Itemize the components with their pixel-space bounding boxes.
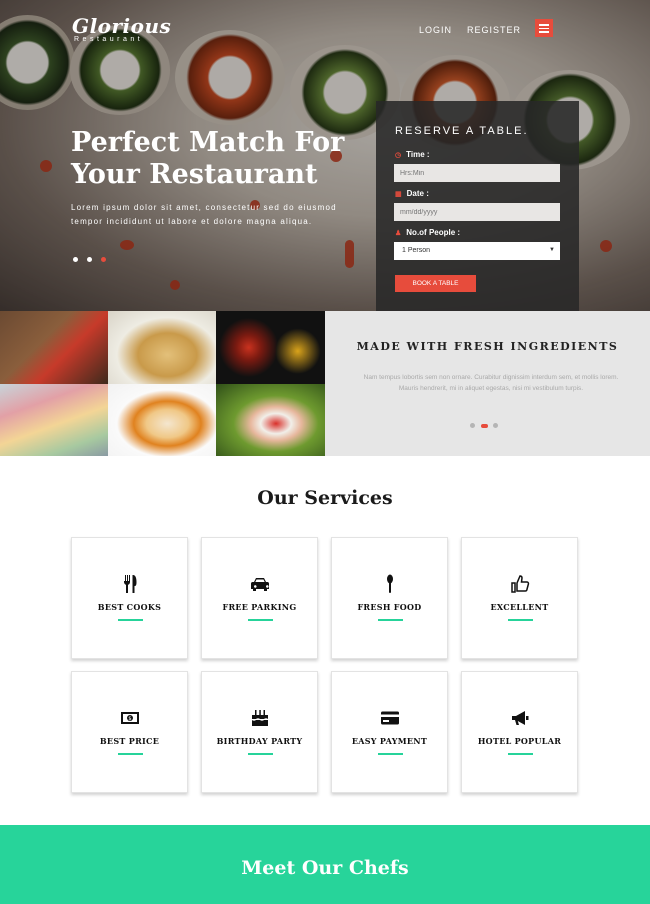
hamburger-icon <box>539 24 549 26</box>
date-label-text: Date : <box>406 189 429 198</box>
service-card[interactable]: FREE PARKING <box>201 537 318 659</box>
slider-dot[interactable] <box>73 257 78 262</box>
hero-text: Lorem ipsum dolor sit amet, consectetur … <box>71 203 337 226</box>
service-label: FRESH FOOD <box>357 602 422 612</box>
book-table-button[interactable]: BOOK A TABLE <box>395 275 476 292</box>
reserve-title: RESERVE A TABLE. <box>395 125 529 137</box>
service-underline <box>508 619 533 621</box>
time-label: ◷ Time : <box>395 150 430 159</box>
money-icon: $ <box>72 708 187 728</box>
thumbs-up-icon <box>462 574 577 594</box>
people-select[interactable]: 1 Person ▼ <box>394 242 560 260</box>
bullhorn-icon <box>462 708 577 728</box>
chefs-section: Meet Our Chefs <box>0 825 650 904</box>
svg-text:$: $ <box>128 716 131 722</box>
service-underline <box>118 619 143 621</box>
brand-name: Glorious <box>72 14 172 38</box>
time-input[interactable] <box>394 164 560 182</box>
service-card[interactable]: $ BEST PRICE <box>71 671 188 793</box>
service-label: FREE PARKING <box>222 602 297 612</box>
dish-image <box>108 384 216 456</box>
service-underline <box>378 753 403 755</box>
slider-dot-active[interactable] <box>481 424 488 428</box>
service-card[interactable]: EASY PAYMENT <box>331 671 448 793</box>
services-title: Our Services <box>257 487 393 509</box>
car-icon <box>202 574 317 594</box>
service-underline <box>248 753 273 755</box>
service-label: BEST COOKS <box>97 602 162 612</box>
hamburger-icon-line <box>539 31 549 33</box>
vegetables-image <box>0 311 108 384</box>
service-card[interactable]: FRESH FOOD <box>331 537 448 659</box>
strawberries-image <box>216 384 325 456</box>
hamburger-menu-button[interactable] <box>535 19 553 37</box>
peppers-image <box>216 311 325 384</box>
ingredients-section: MADE WITH FRESH INGREDIENTS Nam tempus l… <box>0 311 650 456</box>
date-input[interactable] <box>394 203 560 221</box>
service-card[interactable]: BEST COOKS <box>71 537 188 659</box>
calendar-icon: ▦ <box>395 191 402 198</box>
slider-dot[interactable] <box>493 423 498 428</box>
fresh-text: Nam tempus lobortis sem non ornare. Cura… <box>363 374 619 392</box>
slider-dot[interactable] <box>87 257 92 262</box>
date-label: ▦ Date : <box>395 189 429 198</box>
time-label-text: Time : <box>406 150 430 159</box>
service-underline <box>508 753 533 755</box>
chefs-title: Meet Our Chefs <box>241 857 409 879</box>
service-underline <box>378 619 403 621</box>
service-underline <box>118 753 143 755</box>
cutlery-icon <box>72 574 187 594</box>
hero-title: Perfect Match For Your Restaurant <box>71 127 345 190</box>
slider-dot-active[interactable] <box>101 257 106 262</box>
people-label: ♟ No.of People : <box>395 228 460 237</box>
service-label: EASY PAYMENT <box>351 736 428 746</box>
spoon-icon <box>332 574 447 594</box>
fresh-title: MADE WITH FRESH INGREDIENTS <box>356 340 619 353</box>
clock-icon: ◷ <box>395 152 402 159</box>
ice-cream-image <box>0 384 108 456</box>
slider-dot[interactable] <box>470 423 475 428</box>
birthday-cake-icon <box>202 708 317 728</box>
reserve-table-form: RESERVE A TABLE. ◷ Time : ▦ Date : ♟ No.of … <box>376 101 579 311</box>
service-label: EXCELLENT <box>490 602 549 612</box>
hero-section: Glorious Restaurant LOGIN REGISTER Perfe… <box>0 0 650 311</box>
service-label: BIRTHDAY PARTY <box>216 736 303 746</box>
service-card[interactable]: BIRTHDAY PARTY <box>201 671 318 793</box>
fresh-ingredients-panel: MADE WITH FRESH INGREDIENTS Nam tempus l… <box>325 311 650 456</box>
brand-logo[interactable]: Glorious Restaurant <box>72 14 171 43</box>
login-link[interactable]: LOGIN <box>419 25 452 35</box>
service-label: HOTEL POPULAR <box>477 736 562 746</box>
people-label-text: No.of People : <box>406 228 461 237</box>
credit-card-icon <box>332 708 447 728</box>
people-selected-value: 1 Person <box>402 247 431 254</box>
users-icon: ♟ <box>395 230 402 237</box>
chevron-down-icon: ▼ <box>549 247 555 253</box>
service-underline <box>248 619 273 621</box>
register-link[interactable]: REGISTER <box>467 25 521 35</box>
hamburger-icon-line <box>539 27 549 29</box>
service-label: BEST PRICE <box>99 736 160 746</box>
service-card[interactable]: EXCELLENT <box>461 537 578 659</box>
nuts-image <box>108 311 216 384</box>
service-card[interactable]: HOTEL POPULAR <box>461 671 578 793</box>
